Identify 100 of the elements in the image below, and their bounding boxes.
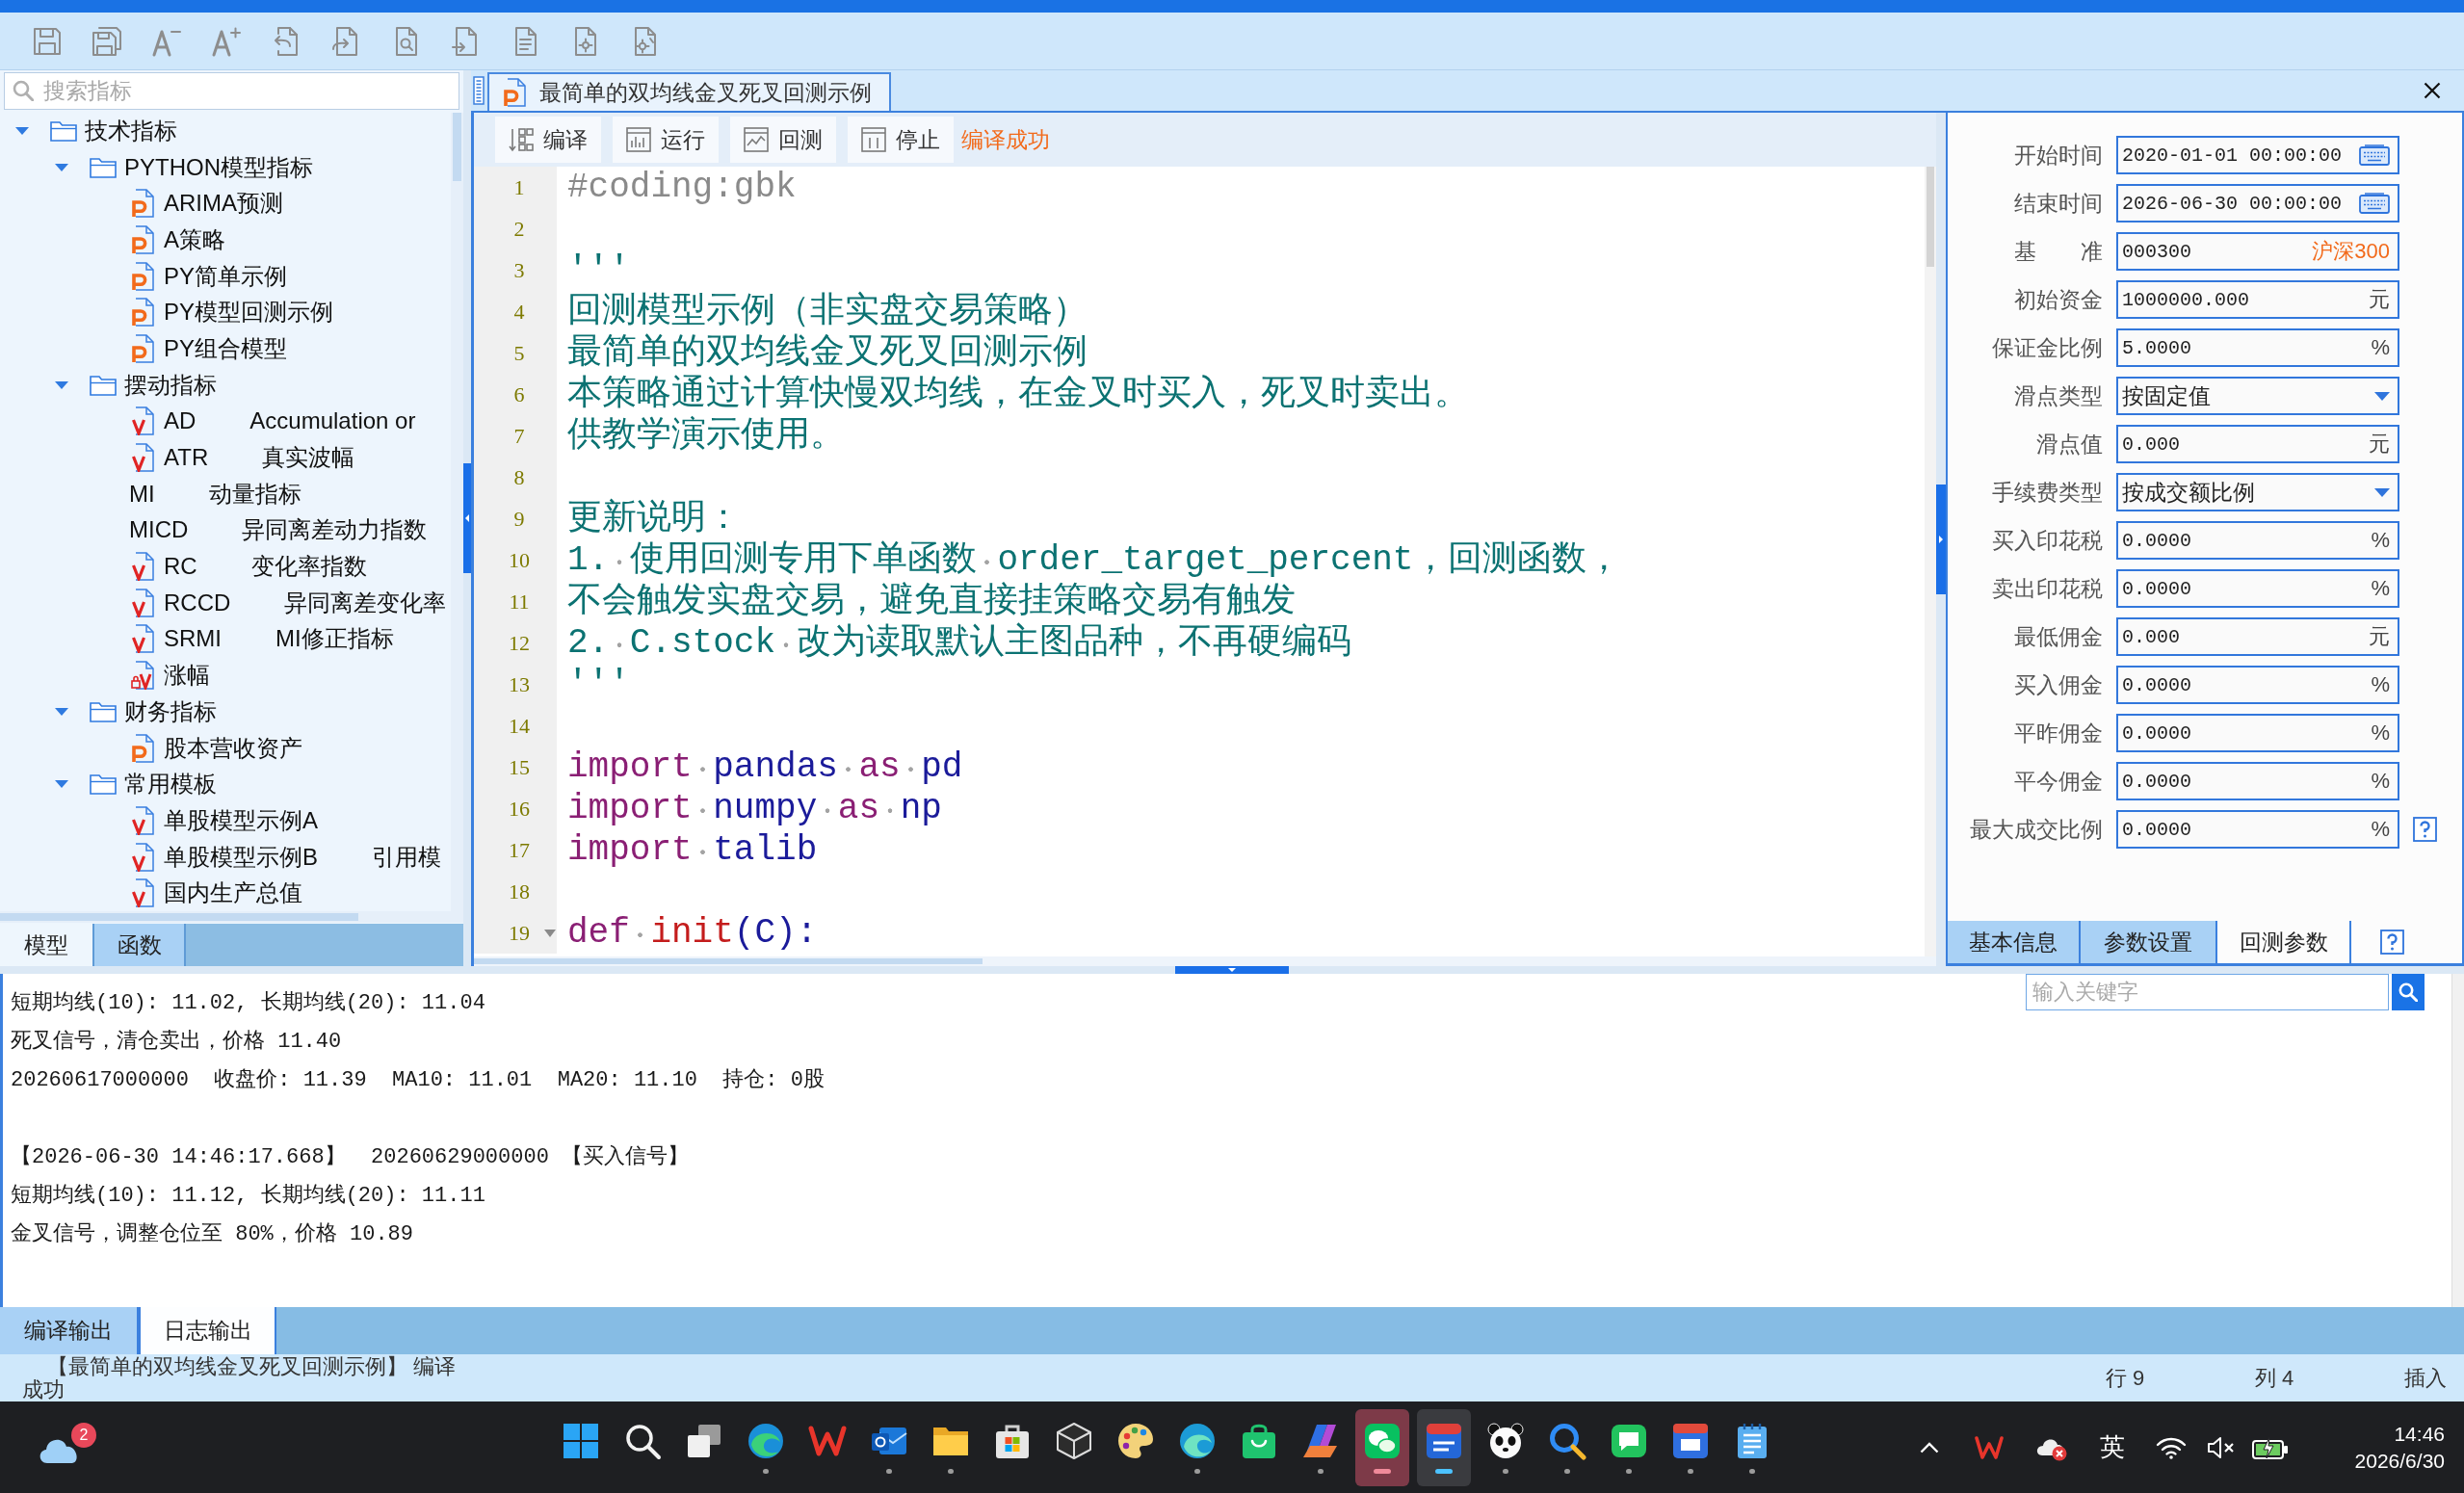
- keyboard-icon[interactable]: [2359, 193, 2390, 214]
- help-icon[interactable]: [2413, 817, 2437, 842]
- search-field[interactable]: 输入关键字: [2026, 974, 2389, 1010]
- folder-label[interactable]: 常用模板: [124, 769, 217, 800]
- folder-label[interactable]: PYTHON模型指标: [124, 151, 313, 183]
- input-field[interactable]: 1000000.000 元: [2116, 280, 2399, 319]
- tree-item-label[interactable]: 单股模型示例A: [164, 804, 318, 836]
- dropdown[interactable]: 按固定值: [2116, 377, 2399, 415]
- input-field[interactable]: 0.0000 %: [2116, 521, 2399, 560]
- tree-item-label[interactable]: AD: [164, 407, 197, 435]
- tree-item-label[interactable]: ARIMA预测: [164, 188, 283, 220]
- caret-down-icon[interactable]: [55, 707, 68, 716]
- code-line: 1. 使用回测专用下单函数 order_target_percent，回测函数，: [567, 539, 1622, 581]
- tree-item-label[interactable]: 国内生产总值: [164, 877, 302, 909]
- dropdown[interactable]: 按成交额比例: [2116, 473, 2399, 511]
- tree-item-label[interactable]: MI: [129, 480, 155, 508]
- help-icon[interactable]: [2380, 930, 2404, 955]
- splitter-handle[interactable]: [463, 463, 471, 573]
- code-line: 本策略通过计算快慢双均线，在金叉时买入，死叉时卖出。: [567, 374, 1469, 415]
- caret-down-icon[interactable]: [55, 780, 68, 789]
- unit-label: %: [2371, 769, 2390, 794]
- input-field[interactable]: 0.0000 %: [2116, 714, 2399, 752]
- splitter-handle[interactable]: [1175, 966, 1289, 974]
- log-line: 死叉信号，清仓卖出，价格 11.40: [11, 1029, 343, 1056]
- tree-item-label[interactable]: SRMI: [164, 625, 222, 653]
- close-icon: [2424, 82, 2441, 99]
- taskbar-button[interactable]: [1417, 1408, 1471, 1486]
- tab[interactable]: 日志输出: [139, 1307, 276, 1354]
- locked-v-document-icon: [131, 661, 154, 691]
- caret-down-icon[interactable]: [55, 163, 68, 171]
- input-field[interactable]: 0.0000 %: [2116, 810, 2399, 849]
- input-field[interactable]: 2020-01-01 00:00:00: [2116, 136, 2399, 174]
- panda-icon: [1486, 1421, 1525, 1460]
- toolbar-button[interactable]: 运行: [613, 117, 719, 163]
- input-field[interactable]: 5.0000 %: [2116, 328, 2399, 367]
- input-field[interactable]: 0.0000 %: [2116, 762, 2399, 800]
- toolbar-button[interactable]: 回测: [730, 117, 836, 163]
- scrollbar[interactable]: [2451, 974, 2464, 1307]
- tab[interactable]: 编译输出: [0, 1307, 139, 1354]
- input-method-button[interactable]: 英: [2082, 1418, 2143, 1477]
- stacked-floppy-icon[interactable]: [92, 25, 122, 57]
- caret-down-icon[interactable]: [2374, 391, 2390, 401]
- input-field[interactable]: 0.0000 %: [2116, 569, 2399, 608]
- tab[interactable]: 参数设置: [2081, 921, 2217, 963]
- input-field[interactable]: 2026-06-30 00:00:00: [2116, 184, 2399, 223]
- tree-item-label[interactable]: RC: [164, 553, 197, 581]
- folder-label[interactable]: 摆动指标: [124, 369, 217, 401]
- caret-down-icon[interactable]: [55, 380, 68, 389]
- scrollbar-thumb[interactable]: [453, 113, 461, 181]
- code-line: 最简单的双均线金叉死叉回测示例: [567, 332, 1088, 374]
- tree-item-label[interactable]: ATR: [164, 444, 209, 472]
- code-line: #coding:gbk: [567, 167, 797, 208]
- close-button[interactable]: [2424, 82, 2441, 99]
- tree-item-label[interactable]: PY模型回测示例: [164, 297, 333, 328]
- scrollbar-thumb[interactable]: [474, 958, 983, 964]
- search-field[interactable]: 搜索指标: [4, 72, 459, 110]
- clock-time[interactable]: 14:46: [2394, 1422, 2445, 1446]
- splitter-handle[interactable]: [1936, 485, 1946, 594]
- editor-tab[interactable]: 最简单的双均线金叉死叉回测示例: [487, 72, 891, 111]
- cursor-line: 行 9: [2106, 1364, 2146, 1392]
- folder-label[interactable]: 财务指标: [124, 695, 217, 727]
- tree-item-description: MI修正指标: [275, 624, 394, 654]
- tab[interactable]: 模型: [0, 924, 94, 966]
- tree-item-label[interactable]: 涨幅: [164, 660, 210, 692]
- line-number: 8: [512, 464, 526, 490]
- folder-label[interactable]: 技术指标: [85, 115, 177, 146]
- scrollbar[interactable]: [474, 956, 1936, 966]
- fold-caret-icon[interactable]: [544, 929, 556, 937]
- scrollbar-thumb[interactable]: [0, 913, 358, 921]
- tree-item-label[interactable]: 单股模型示例B: [164, 841, 318, 873]
- input-field[interactable]: 0.0000 %: [2116, 666, 2399, 704]
- tree-item-label[interactable]: 股本营收资产: [164, 732, 302, 764]
- tree-item-label[interactable]: PY组合模型: [164, 332, 287, 364]
- caret-down-icon[interactable]: [2374, 487, 2390, 497]
- input-field[interactable]: 000300 沪深300: [2116, 232, 2399, 271]
- toolbar-button[interactable]: 编译: [495, 117, 601, 163]
- line-number: 1: [512, 174, 526, 200]
- input-field[interactable]: 0.000 元: [2116, 425, 2399, 463]
- tree-item-label[interactable]: A策略: [164, 223, 225, 255]
- grip-icon[interactable]: [473, 76, 485, 105]
- unit-label: %: [2371, 720, 2390, 746]
- scrollbar[interactable]: [1925, 167, 1936, 956]
- log-line: 【2026-06-30 14:46:17.668】 20260629000000 【买入信号】: [11, 1143, 691, 1171]
- scrollbar[interactable]: [451, 113, 463, 911]
- taskbar-button[interactable]: [1355, 1408, 1409, 1486]
- caret-down-icon[interactable]: [15, 126, 29, 135]
- letter-a-plus-icon[interactable]: [211, 25, 242, 57]
- scrollbar-thumb[interactable]: [1927, 167, 1934, 267]
- tree-item-label[interactable]: PY简单示例: [164, 260, 287, 292]
- toolbar-button[interactable]: 停止: [848, 117, 954, 163]
- keyboard-icon[interactable]: [2359, 144, 2390, 166]
- tree-item-label[interactable]: MICD: [129, 516, 189, 544]
- search-button[interactable]: [2392, 974, 2425, 1010]
- tab[interactable]: 函数: [94, 924, 186, 966]
- input-field[interactable]: 0.000 元: [2116, 617, 2399, 656]
- battery-charging-icon: [2252, 1435, 2289, 1459]
- tree-item-label[interactable]: RCCD: [164, 589, 231, 616]
- tab[interactable]: 基本信息: [1948, 921, 2081, 963]
- clock-date[interactable]: 2026/6/30: [2354, 1449, 2445, 1473]
- scrollbar[interactable]: [0, 911, 463, 923]
